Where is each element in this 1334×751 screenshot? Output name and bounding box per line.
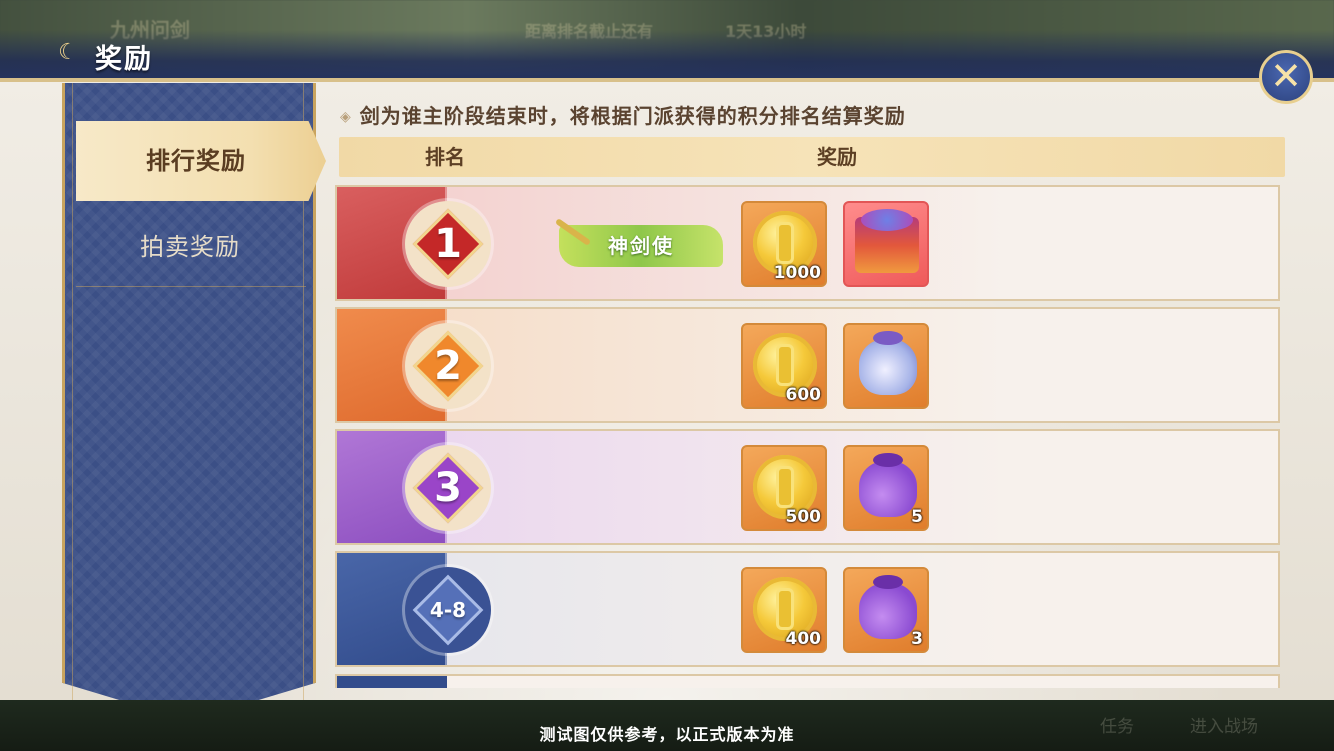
item-quantity: 400 (785, 629, 822, 649)
rank-medal: 1 (405, 201, 491, 287)
description: ◈ 剑为谁主阶段结束时，将根据门派获得的积分排名结算奖励 (340, 100, 906, 129)
title-badge[interactable]: 神剑使 (554, 218, 723, 267)
header-reward: 奖励 (817, 145, 857, 169)
rank-medal: 4-8 (405, 567, 491, 653)
reward-item[interactable]: 600 (741, 323, 827, 409)
item-quantity: 1000 (773, 263, 821, 283)
reward-item[interactable] (843, 323, 929, 409)
close-button[interactable]: ✕ (1259, 50, 1313, 104)
item-quantity: 500 (785, 507, 822, 527)
rank-number: 3 (434, 465, 462, 511)
rank-number: 2 (434, 343, 462, 389)
lucky-bag-icon (859, 331, 917, 395)
page-title: 奖励 (95, 44, 153, 75)
rank-medal: 3 (405, 445, 491, 531)
table-header: 排名 奖励 (339, 137, 1285, 177)
table-row: 1 神剑使 1000 (335, 185, 1280, 301)
rank-medal: 2 (405, 323, 491, 409)
treasure-chest-icon (855, 209, 919, 273)
table-row: 2 600 (335, 307, 1280, 423)
tab-auction-rewards[interactable]: 拍卖奖励 (76, 208, 306, 287)
header-rank: 排名 (425, 145, 465, 169)
tab-ranking-rewards[interactable]: 排行奖励 (76, 121, 326, 201)
reward-item[interactable] (843, 201, 929, 287)
rank-number: 1 (434, 221, 462, 267)
description-text: 剑为谁主阶段结束时，将根据门派获得的积分排名结算奖励 (359, 104, 906, 128)
table-row: 4-8 400 3 (335, 551, 1280, 667)
reward-item[interactable]: 5 (843, 445, 929, 531)
reward-item[interactable]: 400 (741, 567, 827, 653)
purple-pouch-icon (859, 453, 917, 517)
purple-pouch-icon (859, 575, 917, 639)
title-badge-label: 神剑使 (608, 234, 674, 258)
item-quantity: 3 (911, 629, 923, 649)
moon-icon: ☾ (58, 40, 78, 65)
close-icon: ✕ (1270, 54, 1302, 98)
table-row-partial (335, 674, 1280, 688)
tab-label: 排行奖励 (146, 147, 246, 175)
diamond-bullet-icon: ◈ (340, 109, 352, 125)
reward-item[interactable]: 3 (843, 567, 929, 653)
table-row: 3 500 5 (335, 429, 1280, 545)
header-bar (0, 30, 1334, 82)
rank-number: 4-8 (429, 598, 467, 622)
item-quantity: 600 (785, 385, 822, 405)
tab-label: 拍卖奖励 (140, 233, 240, 261)
reward-item[interactable]: 500 (741, 445, 827, 531)
footer-notice: 测试图仅供参考，以正式版本为准 (539, 725, 795, 744)
item-quantity: 5 (911, 507, 923, 527)
reward-item[interactable]: 1000 (741, 201, 827, 287)
